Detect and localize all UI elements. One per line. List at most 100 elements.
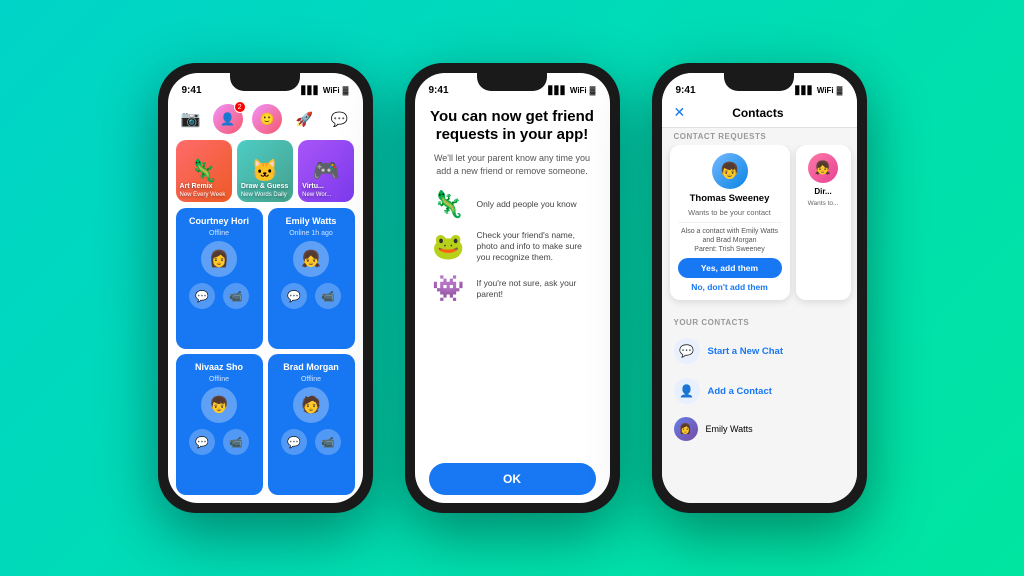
tip2-emoji: 🐸 — [429, 231, 469, 262]
tip3-text: If you're not sure, ask your parent! — [477, 278, 596, 300]
phone-3: 9:41 ▋▋▋ WiFi ▓ ✕ Contacts CONTACT REQUE… — [652, 63, 867, 513]
your-contacts-label: YOUR CONTACTS — [662, 314, 857, 331]
game-virtual-label: Virtu... New Wor... — [298, 180, 335, 202]
phone2-content: You can now get friend requests in your … — [415, 100, 610, 503]
courtney-avatar: 👩 — [201, 241, 237, 277]
tip2-text: Check your friend's name, photo and info… — [477, 230, 596, 263]
nivaaz-message-btn[interactable]: 💬 — [189, 429, 215, 455]
avatar-wrap[interactable]: 👤 2 — [213, 104, 243, 134]
game-art-remix[interactable]: 🦎 Art Remix New Every Week — [176, 140, 232, 202]
brad-avatar: 🧑 — [293, 387, 329, 423]
emily-name-sm: Emily Watts — [706, 424, 753, 434]
partial-sub: Wants to... — [808, 200, 839, 208]
friend-tip-2: 🐸 Check your friend's name, photo and in… — [429, 230, 596, 263]
your-contacts-section: YOUR CONTACTS 💬 Start a New Chat 👤 Add a… — [662, 308, 857, 503]
add-contact-action[interactable]: 👤 Add a Contact — [662, 371, 857, 411]
start-chat-icon: 💬 — [674, 338, 700, 364]
game-virtual[interactable]: 🎮 Virtu... New Wor... — [298, 140, 354, 202]
game-art-remix-label: Art Remix New Every Week — [176, 180, 230, 202]
phone-2: 9:41 ▋▋▋ WiFi ▓ You can now get friend r… — [405, 63, 620, 513]
rocket-icon[interactable]: 🚀 — [291, 106, 317, 132]
tip1-text: Only add people you know — [477, 199, 577, 210]
brad-actions: 💬 📹 — [281, 429, 341, 455]
requests-section-label: CONTACT REQUESTS — [662, 128, 857, 145]
chat-icon[interactable]: 💬 — [327, 106, 353, 132]
notification-badge: 2 — [234, 101, 246, 113]
thomas-yes-button[interactable]: Yes, add them — [678, 258, 782, 278]
status-time-1: 9:41 — [182, 85, 202, 96]
contact-emily-item[interactable]: 👩 Emily Watts — [662, 411, 857, 447]
wifi-icon-3: WiFi — [817, 86, 834, 95]
emily-actions: 💬 📹 — [281, 283, 341, 309]
contact-requests-row: 👦 Thomas Sweeney Wants to be your contac… — [662, 145, 857, 308]
emily-avatar: 👧 — [293, 241, 329, 277]
request-card-thomas: 👦 Thomas Sweeney Wants to be your contac… — [670, 145, 790, 300]
tip3-emoji: 👾 — [429, 273, 469, 304]
emily-avatar-sm: 👩 — [674, 417, 698, 441]
game-draw-guess-label: Draw & Guess New Words Daily — [237, 180, 292, 202]
contacts-title: Contacts — [732, 106, 783, 120]
start-new-chat-action[interactable]: 💬 Start a New Chat — [662, 331, 857, 371]
battery-icon: ▓ — [343, 86, 349, 95]
friend-tip-1: 🦎 Only add people you know — [429, 189, 596, 220]
tip1-emoji: 🦎 — [429, 189, 469, 220]
emily-video-btn[interactable]: 📹 — [315, 283, 341, 309]
phone-notch-3 — [724, 73, 794, 91]
wifi-icon: WiFi — [323, 86, 340, 95]
profile-avatar[interactable]: 🙂 — [252, 104, 282, 134]
courtney-video-btn[interactable]: 📹 — [223, 283, 249, 309]
phone-screen-2: 9:41 ▋▋▋ WiFi ▓ You can now get friend r… — [415, 73, 610, 503]
ok-button[interactable]: OK — [429, 463, 596, 495]
brad-message-btn[interactable]: 💬 — [281, 429, 307, 455]
start-chat-label: Start a New Chat — [708, 346, 784, 357]
thomas-avatar: 👦 — [712, 153, 748, 189]
friend-tip-3: 👾 If you're not sure, ask your parent! — [429, 273, 596, 304]
game-draw-guess[interactable]: 🐱 Draw & Guess New Words Daily — [237, 140, 293, 202]
status-time-2: 9:41 — [429, 85, 449, 96]
partial-avatar: 👧 — [808, 153, 838, 183]
contact-courtney[interactable]: Courtney Hori Offline 👩 💬 📹 — [176, 208, 263, 349]
status-icons-3: ▋▋▋ WiFi ▓ — [795, 86, 842, 95]
signal-icon-2: ▋▋▋ — [548, 86, 566, 95]
battery-icon-3: ▓ — [837, 86, 843, 95]
courtney-actions: 💬 📹 — [189, 283, 249, 309]
phone3-header: ✕ Contacts — [662, 100, 857, 128]
status-icons-2: ▋▋▋ WiFi ▓ — [548, 86, 595, 95]
camera-icon[interactable]: 📷 — [178, 106, 204, 132]
signal-icon-3: ▋▋▋ — [795, 86, 813, 95]
contact-nivaaz[interactable]: Nivaaz Sho Offline 👦 💬 📹 — [176, 354, 263, 495]
thomas-name: Thomas Sweeney — [690, 193, 770, 204]
close-button[interactable]: ✕ — [674, 104, 686, 121]
add-contact-label: Add a Contact — [708, 386, 772, 397]
phone2-title: You can now get friend requests in your … — [429, 108, 596, 144]
courtney-message-btn[interactable]: 💬 — [189, 283, 215, 309]
phone2-subtitle: We'll let your parent know any time you … — [429, 152, 596, 177]
nivaaz-avatar: 👦 — [201, 387, 237, 423]
partial-name: Dir... — [814, 187, 831, 196]
contact-brad[interactable]: Brad Morgan Offline 🧑 💬 📹 — [268, 354, 355, 495]
phone-1: 9:41 ▋▋▋ WiFi ▓ 📷 👤 2 🙂 🚀 💬 🦎 Art Remi — [158, 63, 373, 513]
games-row: 🦎 Art Remix New Every Week 🐱 Draw & Gues… — [168, 140, 363, 202]
nivaaz-video-btn[interactable]: 📹 — [223, 429, 249, 455]
thomas-no-button[interactable]: No, don't add them — [691, 282, 768, 292]
status-icons-1: ▋▋▋ WiFi ▓ — [301, 86, 348, 95]
thomas-sub: Wants to be your contact — [688, 208, 771, 218]
phone-screen-3: 9:41 ▋▋▋ WiFi ▓ ✕ Contacts CONTACT REQUE… — [662, 73, 857, 503]
phone1-header: 📷 👤 2 🙂 🚀 💬 — [168, 100, 363, 140]
brad-video-btn[interactable]: 📹 — [315, 429, 341, 455]
emily-message-btn[interactable]: 💬 — [281, 283, 307, 309]
add-contact-icon: 👤 — [674, 378, 700, 404]
thomas-info: Also a contact with Emily Watts and Brad… — [678, 222, 782, 254]
request-card-partial: 👧 Dir... Wants to... — [796, 145, 851, 300]
signal-icon: ▋▋▋ — [301, 86, 319, 95]
nivaaz-actions: 💬 📹 — [189, 429, 249, 455]
phone3-content: CONTACT REQUESTS 👦 Thomas Sweeney Wants … — [662, 128, 857, 503]
phone-screen-1: 9:41 ▋▋▋ WiFi ▓ 📷 👤 2 🙂 🚀 💬 🦎 Art Remi — [168, 73, 363, 503]
phone-notch-2 — [477, 73, 547, 91]
status-time-3: 9:41 — [676, 85, 696, 96]
contacts-grid: Courtney Hori Offline 👩 💬 📹 Emily Watts … — [168, 208, 363, 503]
wifi-icon-2: WiFi — [570, 86, 587, 95]
battery-icon-2: ▓ — [590, 86, 596, 95]
contact-emily[interactable]: Emily Watts Online 1h ago 👧 💬 📹 — [268, 208, 355, 349]
phone-notch-1 — [230, 73, 300, 91]
